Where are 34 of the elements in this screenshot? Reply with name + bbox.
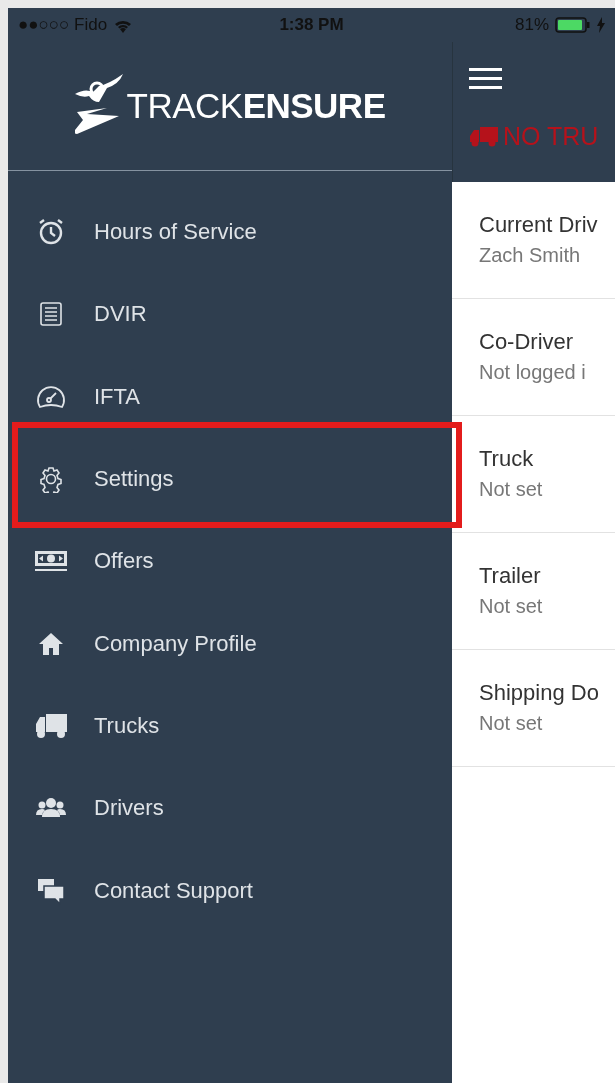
menu-item[interactable]: Contact Support (94, 877, 253, 904)
row-value: Not logged i (479, 361, 587, 384)
menu-item[interactable]: Drivers (94, 795, 164, 822)
menu-item[interactable]: Settings (94, 466, 174, 493)
row-value: Not set (479, 478, 544, 501)
row-title: Shipping Do (479, 680, 600, 706)
row-title: Co-Driver (479, 329, 575, 355)
menu-item[interactable]: Offers (94, 548, 154, 575)
clock-time: 1:38 PM (279, 15, 344, 35)
battery-icon (555, 17, 591, 33)
banknote-icon (34, 550, 68, 573)
menu-item[interactable]: DVIR (94, 301, 147, 328)
menu-item[interactable]: IFTA (94, 383, 141, 410)
row-value: Not set (479, 712, 544, 735)
document-icon (37, 300, 65, 329)
menu-item[interactable]: Company Profile (94, 630, 257, 657)
row-value: Zach Smith (479, 244, 582, 267)
menu-item[interactable]: Hours of Service (94, 219, 257, 246)
row-title: Trailer (479, 563, 542, 589)
truck-icon (34, 711, 68, 740)
charging-bolt-icon (597, 17, 605, 33)
row-value: Not set (479, 595, 544, 618)
menu-item[interactable]: Trucks (94, 712, 160, 739)
people-icon (36, 797, 66, 820)
truck-icon (469, 125, 499, 148)
alert-text: NO TRU (503, 122, 599, 151)
home-icon (37, 630, 65, 657)
row-title: Truck (479, 446, 535, 472)
row-title: Current Driv (479, 212, 599, 238)
carrier-signal: ●●○○○ Fido (18, 15, 108, 35)
chat-bubbles-icon (36, 876, 66, 905)
logo-wordmark: TRACKENSURE (126, 86, 386, 126)
settings-icon (37, 465, 65, 494)
battery-percent: 81% (514, 15, 549, 35)
